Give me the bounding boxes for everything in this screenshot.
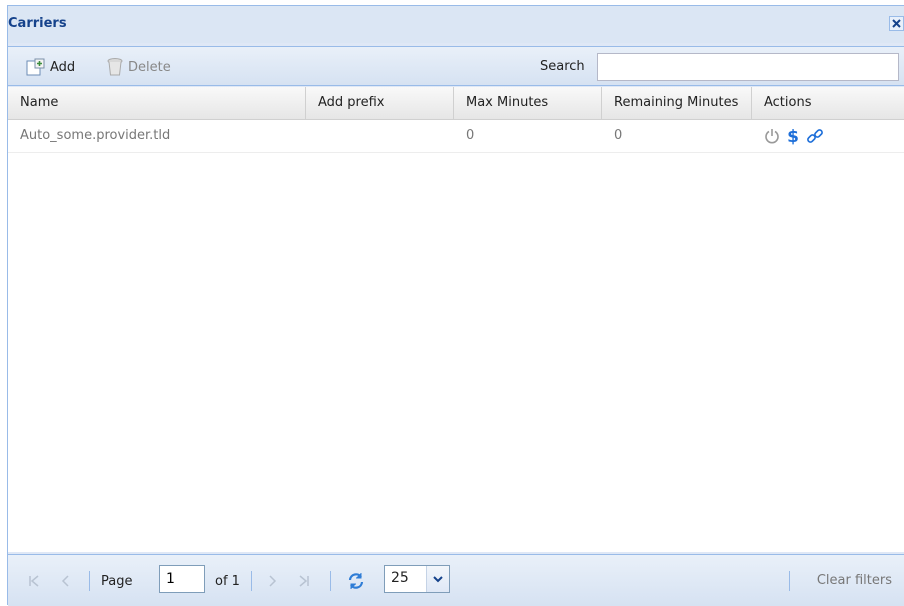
window-titlebar: Carriers <box>8 6 904 43</box>
prev-page-button[interactable] <box>60 571 70 591</box>
next-page-button[interactable] <box>268 571 278 591</box>
first-page-icon <box>29 575 39 587</box>
page-size-select[interactable]: 25 <box>384 565 450 593</box>
add-label: Add <box>50 59 76 75</box>
cell-remaining-minutes: 0 <box>614 128 623 143</box>
page-size-value: 25 <box>391 570 409 586</box>
link-icon[interactable] <box>806 127 824 145</box>
carriers-window: Carriers Add Delete Search Name Add pref… <box>7 5 904 606</box>
column-header-name[interactable]: Name <box>8 87 306 119</box>
cell-name: Auto_some.provider.tld <box>20 128 171 143</box>
cell-add-prefix <box>306 120 454 152</box>
pager-separator <box>789 571 790 591</box>
column-header-actions: Actions <box>764 95 812 110</box>
column-header-add-prefix[interactable]: Add prefix <box>306 87 454 119</box>
refresh-icon <box>348 573 364 589</box>
close-button[interactable] <box>889 16 904 31</box>
cell-max-minutes: 0 <box>466 128 475 143</box>
page-label: Page <box>101 573 133 589</box>
cell-actions: $ <box>752 120 904 152</box>
pager-separator <box>251 571 252 591</box>
close-icon <box>892 19 901 28</box>
last-page-icon <box>299 575 309 587</box>
svg-text:$: $ <box>787 127 799 145</box>
delete-button[interactable]: Delete <box>106 57 171 77</box>
power-icon[interactable] <box>764 128 780 144</box>
window-title: Carriers <box>8 16 67 31</box>
column-header-max-minutes[interactable]: Max Minutes <box>454 87 602 119</box>
dollar-icon[interactable]: $ <box>786 127 800 145</box>
clear-filters-button[interactable]: Clear filters <box>817 573 892 588</box>
paging-toolbar: Page of 1 25 <box>8 554 904 606</box>
first-page-button[interactable] <box>28 571 40 591</box>
prev-page-icon <box>61 575 69 587</box>
search-input[interactable] <box>597 53 899 81</box>
carriers-grid: Name Add prefix Max Minutes Remaining Mi… <box>8 87 904 552</box>
toolbar: Add Delete Search <box>8 46 904 86</box>
page-count-label: of 1 <box>215 573 240 589</box>
next-page-icon <box>269 575 277 587</box>
page-number-input[interactable] <box>159 565 205 593</box>
add-button[interactable]: Add <box>26 57 75 77</box>
pager-separator <box>89 571 90 591</box>
search-label: Search <box>540 59 585 74</box>
add-icon <box>26 58 45 76</box>
last-page-button[interactable] <box>298 571 310 591</box>
trash-icon <box>107 58 123 76</box>
pager-separator <box>330 571 331 591</box>
refresh-button[interactable] <box>346 571 366 591</box>
grid-header: Name Add prefix Max Minutes Remaining Mi… <box>8 87 904 120</box>
delete-label: Delete <box>128 59 171 75</box>
page-size-dropdown-button[interactable] <box>426 566 449 592</box>
column-header-remaining-minutes[interactable]: Remaining Minutes <box>602 87 752 119</box>
chevron-down-icon <box>433 576 443 583</box>
table-row[interactable]: Auto_some.provider.tld 0 0 $ <box>8 120 904 153</box>
